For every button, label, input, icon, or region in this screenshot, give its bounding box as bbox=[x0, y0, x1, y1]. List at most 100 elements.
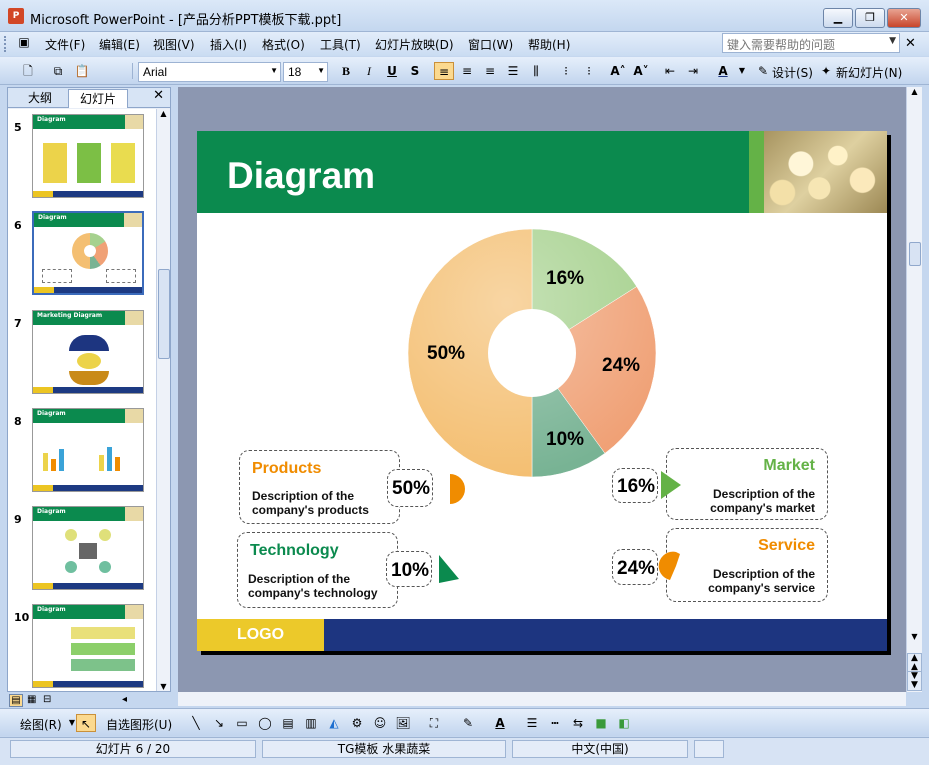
copy-icon[interactable]: ⧉ bbox=[48, 62, 68, 80]
technology-callout[interactable]: Technology Description of the company's t… bbox=[237, 532, 398, 608]
font-color-icon[interactable]: A bbox=[490, 714, 510, 732]
menu-help[interactable]: 帮助(H) bbox=[528, 36, 570, 53]
textbox-icon[interactable]: ▤ bbox=[278, 714, 298, 732]
new-slide-button[interactable]: 新幻灯片(N) bbox=[836, 64, 902, 81]
italic-button[interactable]: I bbox=[359, 62, 379, 80]
picture-icon[interactable]: 🖼 bbox=[393, 714, 413, 732]
font-color-button[interactable]: A bbox=[713, 62, 733, 80]
draw-menu-button[interactable]: 绘图(R) bbox=[20, 716, 62, 733]
menu-window[interactable]: 窗口(W) bbox=[468, 36, 513, 53]
vertical-textbox-icon[interactable]: ▥ bbox=[301, 714, 321, 732]
powerpoint-app-icon[interactable]: P bbox=[8, 8, 24, 24]
tab-slides[interactable]: 幻灯片 bbox=[68, 89, 128, 108]
fill-color-icon[interactable]: ⛶ bbox=[424, 714, 444, 732]
increase-font-button[interactable]: A˄ bbox=[608, 62, 628, 80]
slide-thumbnail-7[interactable]: Marketing Diagram bbox=[32, 310, 144, 394]
scroll-up-icon[interactable]: ▲ bbox=[157, 109, 170, 118]
shadow-style-icon[interactable]: ■ bbox=[591, 714, 611, 732]
products-callout[interactable]: Products Description of the company's pro… bbox=[239, 450, 400, 524]
menu-tools[interactable]: 工具(T) bbox=[320, 36, 361, 53]
align-left-button[interactable]: ≡ bbox=[434, 62, 454, 80]
help-search-input[interactable]: 键入需要帮助的问题 ▼ bbox=[722, 33, 900, 53]
3d-style-icon[interactable]: ◧ bbox=[614, 714, 634, 732]
pane-scrollbar[interactable]: ▲ ▼ bbox=[156, 109, 170, 691]
arrow-style-icon[interactable]: ⇆ bbox=[568, 714, 588, 732]
underline-button[interactable]: U bbox=[382, 62, 402, 80]
menu-slideshow[interactable]: 幻灯片放映(D) bbox=[375, 36, 454, 53]
chevron-down-icon[interactable]: ▼ bbox=[270, 66, 278, 75]
rectangle-icon[interactable]: ▭ bbox=[232, 714, 252, 732]
menu-file[interactable]: 文件(F) bbox=[45, 36, 85, 53]
minimize-button[interactable]: ▁ bbox=[823, 8, 853, 28]
design-button[interactable]: 设计(S) bbox=[772, 64, 813, 81]
next-slide-button[interactable]: ▼ ▼ bbox=[907, 671, 922, 691]
paste-icon[interactable]: 📋 bbox=[72, 62, 92, 80]
diagram-icon[interactable]: ⚙ bbox=[347, 714, 367, 732]
select-pointer-icon[interactable]: ↖ bbox=[76, 714, 96, 732]
products-pct-box: 50% bbox=[387, 469, 433, 507]
service-callout[interactable]: Service Description of the company's serv… bbox=[666, 528, 828, 602]
dash-style-icon[interactable]: ┅ bbox=[545, 714, 565, 732]
slide-thumbnail-8[interactable]: Diagram bbox=[32, 408, 144, 492]
wordart-icon[interactable]: ◭ bbox=[324, 714, 344, 732]
slide-canvas[interactable]: Diagram 16% 24% 10% 50% Products Descrip… bbox=[197, 131, 887, 651]
increase-indent-button[interactable]: ⇥ bbox=[683, 62, 703, 80]
numbering-button[interactable]: ⁝ bbox=[556, 62, 576, 80]
arrow-icon[interactable]: ↘ bbox=[209, 714, 229, 732]
slide-thumbnail-10[interactable]: Diagram bbox=[32, 604, 144, 688]
scroll-down-icon[interactable]: ▼ bbox=[907, 632, 922, 641]
line-icon[interactable]: ╲ bbox=[186, 714, 206, 732]
new-icon[interactable]: 🗋 bbox=[18, 62, 38, 80]
scroll-up-icon[interactable]: ▲ bbox=[907, 87, 922, 96]
previous-slide-button[interactable]: ▲ ▲ bbox=[907, 653, 922, 673]
slide-thumbnail-9[interactable]: Diagram bbox=[32, 506, 144, 590]
slide-sorter-icon[interactable]: ▦ bbox=[27, 694, 36, 705]
autoshapes-button[interactable]: 自选图形(U) bbox=[106, 716, 172, 733]
text-direction-button[interactable]: ⫼ bbox=[526, 62, 546, 80]
shadow-button[interactable]: S bbox=[405, 62, 425, 80]
edit-scrollbar[interactable]: ▲ ▼ ▲ ▲ ▼ ▼ bbox=[906, 87, 922, 692]
justify-button[interactable]: ☰ bbox=[503, 62, 523, 80]
menu-view[interactable]: 视图(V) bbox=[153, 36, 195, 53]
decrease-indent-button[interactable]: ⇤ bbox=[660, 62, 680, 80]
bold-button[interactable]: B bbox=[336, 62, 356, 80]
menu-grip[interactable] bbox=[4, 36, 7, 52]
chevron-down-icon[interactable]: ▼ bbox=[317, 66, 325, 75]
document-icon[interactable]: ▣ bbox=[14, 33, 34, 51]
donut-label-products: 50% bbox=[427, 343, 466, 364]
line-style-icon[interactable]: ☰ bbox=[522, 714, 542, 732]
decrease-font-button[interactable]: A˅ bbox=[631, 62, 651, 80]
font-name-select[interactable]: Arial ▼ bbox=[138, 62, 281, 82]
design-icon[interactable]: ✎ bbox=[753, 62, 773, 80]
slide-title[interactable]: Diagram bbox=[227, 155, 375, 197]
menu-edit[interactable]: 编辑(E) bbox=[99, 36, 140, 53]
products-desc: Description of the company's products bbox=[252, 489, 369, 517]
line-color-icon[interactable]: ✎ bbox=[458, 714, 478, 732]
new-slide-icon[interactable]: ✦ bbox=[816, 62, 836, 80]
normal-view-icon[interactable]: ▤ bbox=[9, 694, 23, 707]
slide-thumbnail-5[interactable]: Diagram bbox=[32, 114, 144, 198]
align-right-button[interactable]: ≡ bbox=[480, 62, 500, 80]
market-callout[interactable]: Market Description of the company's marke… bbox=[666, 448, 828, 520]
align-center-button[interactable]: ≡ bbox=[457, 62, 477, 80]
scrollbar-thumb[interactable] bbox=[909, 242, 921, 266]
scroll-left-icon[interactable]: ◂ bbox=[122, 694, 127, 705]
scrollbar-thumb[interactable] bbox=[158, 269, 170, 359]
close-document-button[interactable]: ✕ bbox=[905, 36, 916, 51]
chevron-down-icon[interactable]: ▼ bbox=[889, 36, 896, 46]
horizontal-scrollbar[interactable] bbox=[178, 692, 906, 706]
slide-thumbnail-6[interactable]: Diagram bbox=[31, 210, 145, 296]
maximize-button[interactable]: ❐ bbox=[855, 8, 885, 28]
tab-outline[interactable]: 大纲 bbox=[12, 89, 68, 108]
font-size-select[interactable]: 18 ▼ bbox=[283, 62, 328, 82]
scroll-down-icon[interactable]: ▼ bbox=[157, 682, 170, 691]
close-pane-button[interactable]: ✕ bbox=[153, 88, 164, 103]
clipart-icon[interactable]: ☺ bbox=[370, 714, 390, 732]
chevron-down-icon[interactable]: ▼ bbox=[732, 62, 752, 80]
slideshow-icon[interactable]: ⊟ bbox=[43, 694, 51, 705]
close-window-button[interactable]: ✕ bbox=[887, 8, 921, 28]
menu-format[interactable]: 格式(O) bbox=[262, 36, 305, 53]
oval-icon[interactable]: ◯ bbox=[255, 714, 275, 732]
menu-insert[interactable]: 插入(I) bbox=[210, 36, 247, 53]
bullets-button[interactable]: ⁝ bbox=[579, 62, 599, 80]
